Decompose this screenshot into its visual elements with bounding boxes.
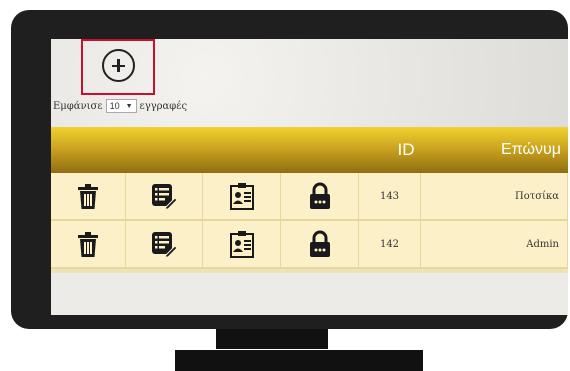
entries-per-page-value: 10 xyxy=(109,101,120,111)
trash-icon[interactable] xyxy=(76,230,100,258)
permissions-cell[interactable] xyxy=(281,173,359,219)
lock-icon[interactable] xyxy=(309,182,331,210)
lock-icon[interactable] xyxy=(309,230,331,258)
show-entries-control: Εμφάνισε 10 ▼ εγγραφές xyxy=(53,99,187,113)
add-button[interactable] xyxy=(81,39,155,95)
table-row: 142 Admin xyxy=(51,221,568,269)
id-cell: 142 xyxy=(359,221,421,267)
entries-per-page-select[interactable]: 10 ▼ xyxy=(105,99,137,113)
monitor-stand-neck xyxy=(216,329,328,349)
last-name-cell: Admin xyxy=(421,221,568,267)
column-header-last-name[interactable]: Επώνυμ xyxy=(501,127,568,173)
screen: Εμφάνισε 10 ▼ εγγραφές ID Επώνυμ 143 Ποτ… xyxy=(51,39,568,315)
show-entries-suffix: εγγραφές xyxy=(139,100,188,112)
delete-cell[interactable] xyxy=(51,173,126,219)
table-row: 143 Ποτσίκα xyxy=(51,173,568,221)
profile-cell[interactable] xyxy=(203,173,281,219)
column-header-id[interactable]: ID xyxy=(381,127,431,173)
show-entries-prefix: Εμφάνισε xyxy=(53,100,103,112)
dropdown-arrow-icon: ▼ xyxy=(125,102,133,110)
last-name-cell: Ποτσίκα xyxy=(421,173,568,219)
plus-circle-icon xyxy=(102,49,135,82)
monitor-stand-base xyxy=(175,350,423,371)
permissions-cell[interactable] xyxy=(281,221,359,267)
profile-cell[interactable] xyxy=(203,221,281,267)
edit-icon[interactable] xyxy=(151,183,177,209)
id-card-icon[interactable] xyxy=(229,182,254,210)
edit-cell[interactable] xyxy=(126,173,203,219)
edit-icon[interactable] xyxy=(151,231,177,257)
monitor-frame: Εμφάνισε 10 ▼ εγγραφές ID Επώνυμ 143 Ποτ… xyxy=(11,10,568,329)
id-card-icon[interactable] xyxy=(229,230,254,258)
table-header: ID Επώνυμ xyxy=(51,127,568,173)
next-row-partial xyxy=(51,269,568,273)
edit-cell[interactable] xyxy=(126,221,203,267)
delete-cell[interactable] xyxy=(51,221,126,267)
trash-icon[interactable] xyxy=(76,182,100,210)
id-cell: 143 xyxy=(359,173,421,219)
